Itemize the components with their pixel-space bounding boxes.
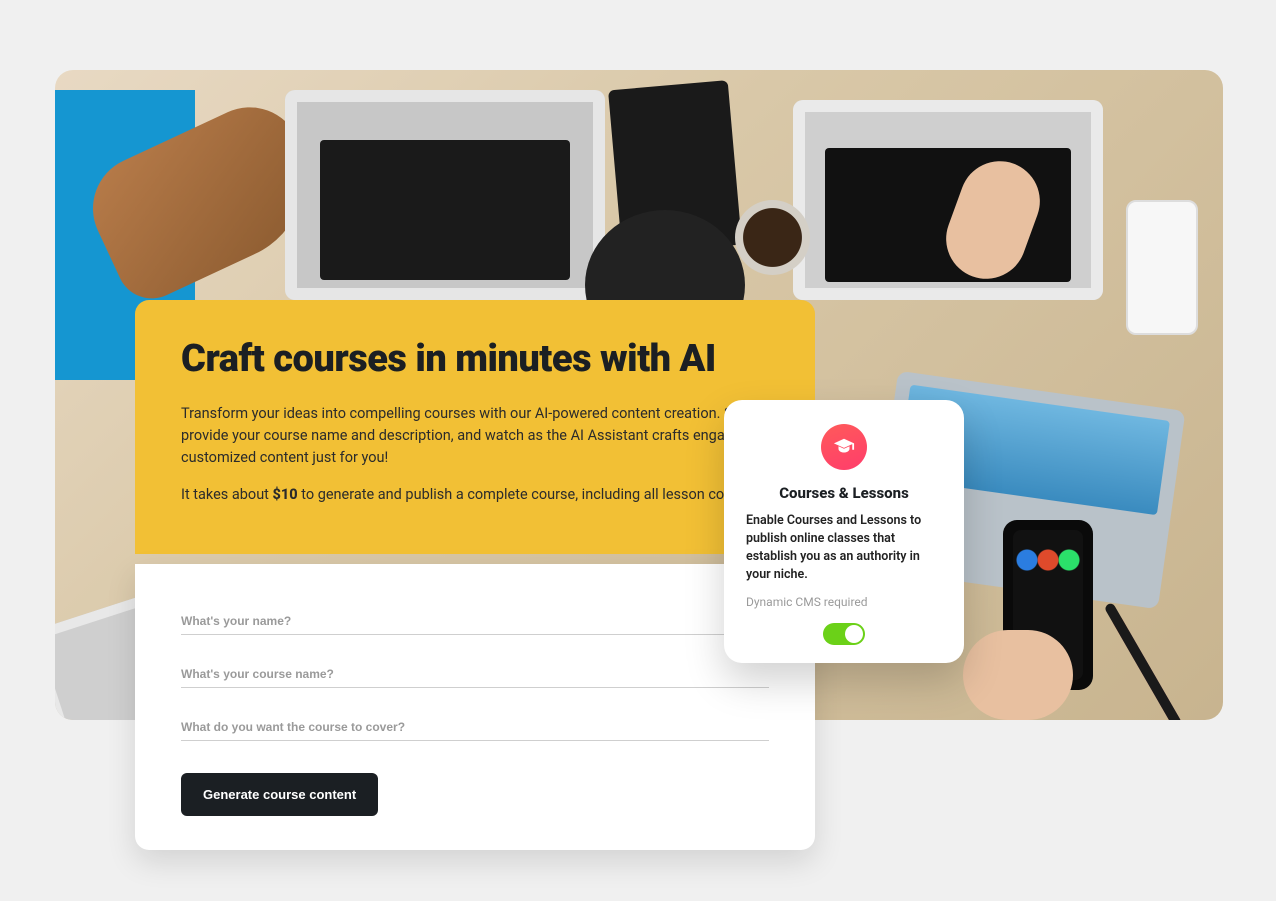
headline-card: Craft courses in minutes with AI Transfo… bbox=[135, 300, 815, 554]
pens bbox=[1104, 602, 1183, 720]
laptop-left bbox=[285, 90, 605, 300]
cost-amount: $10 bbox=[273, 486, 298, 503]
laptop-right bbox=[793, 100, 1103, 300]
courses-feature-card: Courses & Lessons Enable Courses and Les… bbox=[724, 400, 964, 663]
headline-cost-line: It takes about $10 to generate and publi… bbox=[181, 484, 769, 506]
hand-holding-phone bbox=[963, 630, 1073, 720]
graduation-cap-icon bbox=[821, 424, 867, 470]
name-input[interactable] bbox=[181, 608, 769, 635]
white-phone bbox=[1126, 200, 1198, 335]
course-form-card: Generate course content bbox=[135, 564, 815, 850]
feature-title: Courses & Lessons bbox=[746, 484, 942, 502]
cost-suffix: to generate and publish a complete cours… bbox=[298, 486, 762, 503]
feature-toggle[interactable] bbox=[823, 623, 865, 645]
feature-requirement: Dynamic CMS required bbox=[746, 595, 942, 609]
headline-title: Craft courses in minutes with AI bbox=[181, 338, 769, 381]
coffee-cup bbox=[735, 200, 810, 275]
cost-prefix: It takes about bbox=[181, 486, 273, 503]
generate-button[interactable]: Generate course content bbox=[181, 773, 378, 816]
headline-paragraph: Transform your ideas into compelling cou… bbox=[181, 403, 769, 470]
page-frame: Craft courses in minutes with AI Transfo… bbox=[0, 0, 1276, 901]
course-cover-input[interactable] bbox=[181, 714, 769, 741]
feature-description: Enable Courses and Lessons to publish on… bbox=[746, 512, 942, 585]
course-name-input[interactable] bbox=[181, 661, 769, 688]
